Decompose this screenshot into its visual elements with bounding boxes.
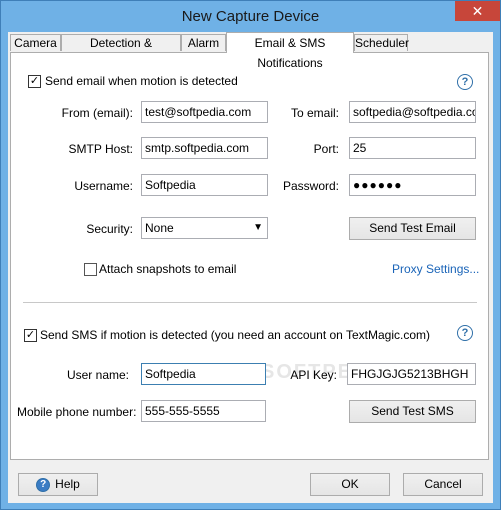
to-email-label: To email: bbox=[290, 106, 339, 120]
send-sms-label: Send SMS if motion is detected (you need… bbox=[40, 328, 430, 342]
proxy-settings-link[interactable]: Proxy Settings... bbox=[392, 262, 479, 276]
security-select[interactable]: None ▼ bbox=[141, 217, 268, 239]
email-sms-panel: SOFTPEDIA ✓ Send email when motion is de… bbox=[10, 52, 489, 460]
help-button-label: Help bbox=[55, 477, 80, 491]
tab-scheduler[interactable]: Scheduler bbox=[354, 34, 409, 51]
dialog-client-area: Camera Detection & Recording Alarm Email… bbox=[8, 32, 493, 503]
ok-button[interactable]: OK bbox=[310, 473, 390, 496]
smtp-host-input[interactable]: smtp.softpedia.com bbox=[141, 137, 268, 159]
port-input[interactable]: 25 bbox=[349, 137, 476, 159]
tab-camera[interactable]: Camera bbox=[10, 34, 61, 51]
port-label: Port: bbox=[313, 142, 339, 156]
dialog-footer: ? Help OK Cancel bbox=[10, 469, 491, 501]
send-test-email-button[interactable]: Send Test Email bbox=[349, 217, 476, 240]
sms-username-label: User name: bbox=[66, 368, 129, 382]
username-input[interactable]: Softpedia bbox=[141, 174, 268, 196]
password-input[interactable]: ●●●●●● bbox=[349, 174, 476, 196]
close-button[interactable]: ✕ bbox=[455, 1, 500, 21]
tab-detection-recording[interactable]: Detection & Recording bbox=[61, 34, 181, 67]
send-email-checkbox[interactable]: ✓ bbox=[28, 75, 41, 88]
from-email-label: From (email): bbox=[61, 106, 133, 120]
password-label: Password: bbox=[282, 179, 339, 193]
send-email-label: Send email when motion is detected bbox=[45, 74, 238, 88]
help-button[interactable]: ? Help bbox=[18, 473, 98, 496]
username-label: Username: bbox=[74, 179, 133, 193]
mobile-phone-input[interactable]: 555-555-5555 bbox=[141, 400, 266, 422]
help-icon: ? bbox=[36, 477, 51, 492]
security-label: Security: bbox=[86, 222, 133, 236]
from-email-input[interactable]: test@softpedia.com bbox=[141, 101, 268, 123]
dialog-window: New Capture Device ✕ Camera Detection & … bbox=[0, 0, 501, 510]
smtp-host-label: SMTP Host: bbox=[68, 142, 133, 156]
attach-snapshots-label: Attach snapshots to email bbox=[99, 262, 237, 276]
section-divider bbox=[23, 302, 477, 303]
sms-username-input[interactable]: Softpedia bbox=[141, 363, 266, 385]
sms-help-icon[interactable]: ? bbox=[457, 325, 473, 341]
window-title: New Capture Device bbox=[181, 8, 320, 25]
send-test-sms-button[interactable]: Send Test SMS bbox=[349, 400, 476, 423]
to-email-input[interactable]: softpedia@softpedia.com bbox=[349, 101, 476, 123]
security-selected-value: None bbox=[145, 221, 174, 235]
mobile-phone-label: Mobile phone number: bbox=[17, 405, 137, 419]
chevron-down-icon: ▼ bbox=[253, 222, 263, 233]
tab-alarm[interactable]: Alarm bbox=[181, 34, 226, 51]
attach-snapshots-checkbox[interactable] bbox=[84, 263, 97, 276]
api-key-label: API Key: bbox=[290, 368, 337, 382]
send-sms-checkbox[interactable]: ✓ bbox=[24, 329, 37, 342]
tab-email-sms-notifications[interactable]: Email & SMS Notifications bbox=[226, 32, 354, 70]
email-help-icon[interactable]: ? bbox=[457, 74, 473, 90]
api-key-input[interactable]: FHGJGJG5213BHGH bbox=[347, 363, 476, 385]
cancel-button[interactable]: Cancel bbox=[403, 473, 483, 496]
title-bar[interactable]: New Capture Device ✕ bbox=[1, 1, 500, 32]
